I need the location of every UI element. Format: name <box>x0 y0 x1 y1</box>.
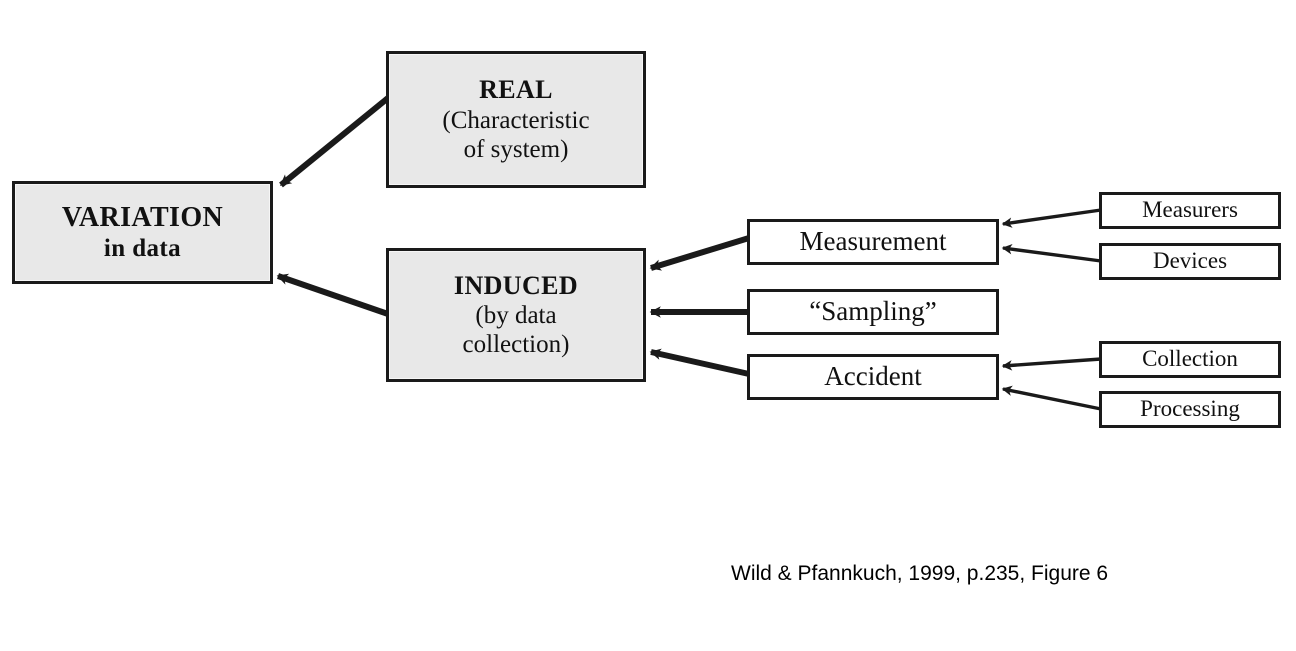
node-variation-line2: in data <box>103 235 182 263</box>
node-measurers[interactable]: Measurers <box>1099 192 1281 229</box>
node-measurement-label: Measurement <box>799 226 947 257</box>
arrow-measurement-to-induced <box>649 235 750 271</box>
node-sampling[interactable]: “Sampling” <box>747 289 999 335</box>
node-accident[interactable]: Accident <box>747 354 999 400</box>
node-real-line1: REAL <box>479 75 553 105</box>
node-real[interactable]: REAL (Characteristic of system) <box>386 51 646 188</box>
arrow-layer <box>276 95 1102 411</box>
variation-sources-diagram: VARIATION in data REAL (Characteristic o… <box>0 0 1296 651</box>
node-induced-line3: collection) <box>462 331 570 359</box>
figure-source-caption: Wild & Pfannkuch, 1999, p.235, Figure 6 <box>731 562 1109 585</box>
arrow-collection-to-accident <box>1001 357 1102 371</box>
arrow-accident-to-induced <box>649 348 750 377</box>
node-induced[interactable]: INDUCED (by data collection) <box>386 248 646 382</box>
node-real-line3: of system) <box>463 135 569 163</box>
node-variation-line1: VARIATION <box>61 201 224 233</box>
node-induced-line2: (by data <box>475 302 557 330</box>
node-devices[interactable]: Devices <box>1099 243 1281 280</box>
node-measurers-label: Measurers <box>1142 197 1238 223</box>
node-real-line2: (Characteristic <box>442 106 590 134</box>
node-collection[interactable]: Collection <box>1099 341 1281 378</box>
arrow-real-to-variation <box>279 95 390 188</box>
node-induced-line1: INDUCED <box>453 270 579 300</box>
node-accident-label: Accident <box>824 361 922 392</box>
arrow-induced-to-variation <box>276 273 389 317</box>
node-measurement[interactable]: Measurement <box>747 219 999 265</box>
arrow-devices-to-measurement <box>1001 244 1102 263</box>
node-processing-label: Processing <box>1140 396 1240 422</box>
node-devices-label: Devices <box>1152 248 1228 274</box>
node-variation-in-data[interactable]: VARIATION in data <box>12 181 273 284</box>
arrow-measurers-to-measurement <box>1001 208 1102 228</box>
node-sampling-label: “Sampling” <box>809 296 937 327</box>
node-processing[interactable]: Processing <box>1099 391 1281 428</box>
node-collection-label: Collection <box>1142 346 1238 372</box>
arrow-processing-to-accident <box>1001 385 1102 411</box>
